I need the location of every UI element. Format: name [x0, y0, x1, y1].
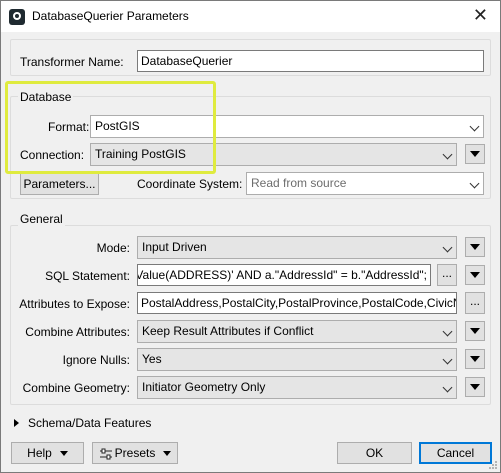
- sliders-icon: [99, 448, 112, 460]
- mode-select[interactable]: Input Driven: [137, 236, 457, 259]
- presets-button[interactable]: Presets: [92, 442, 178, 464]
- chevron-down-icon: [442, 242, 453, 253]
- chevron-down-icon: [469, 178, 480, 189]
- ignore-nulls-label: Ignore Nulls:: [62, 353, 130, 367]
- format-value: PostGIS: [95, 119, 140, 133]
- schema-data-features-expander[interactable]: Schema/Data Features: [11, 415, 171, 431]
- sql-statement-input[interactable]: @Value(ADDRESS)' AND a."AddressId" = b."…: [137, 264, 431, 286]
- presets-button-label: Presets: [114, 446, 156, 460]
- database-group-title: Database: [18, 90, 74, 104]
- coordinate-system-placeholder: Read from source: [251, 176, 347, 190]
- sql-editor-button[interactable]: ...: [437, 264, 457, 286]
- connection-label: Connection:: [20, 148, 85, 162]
- ignore-nulls-select[interactable]: Yes: [137, 348, 457, 371]
- chevron-down-icon: [442, 382, 453, 393]
- mode-value: Input Driven: [142, 240, 207, 254]
- sql-menu-button[interactable]: [465, 265, 485, 285]
- format-label: Format:: [48, 120, 90, 134]
- ignore-nulls-value: Yes: [142, 352, 162, 366]
- window-title: DatabaseQuerier Parameters: [32, 9, 189, 23]
- sql-statement-label: SQL Statement:: [45, 269, 130, 283]
- mode-menu-button[interactable]: [465, 237, 485, 257]
- format-select[interactable]: PostGIS: [90, 115, 484, 138]
- close-icon[interactable]: ✕: [473, 5, 488, 25]
- app-icon: [9, 9, 25, 25]
- combine-geometry-menu-button[interactable]: [465, 377, 485, 397]
- help-button-label: Help: [27, 446, 52, 460]
- transformer-name-label: Transformer Name:: [20, 55, 124, 69]
- attributes-editor-button[interactable]: ...: [465, 292, 485, 314]
- sql-statement-value: @Value(ADDRESS)' AND a."AddressId" = b."…: [137, 268, 427, 282]
- expand-arrow-icon: [14, 419, 19, 427]
- combine-attributes-select[interactable]: Keep Result Attributes if Conflict: [137, 320, 457, 343]
- help-button[interactable]: Help: [11, 442, 84, 464]
- chevron-down-icon: [59, 451, 68, 457]
- chevron-down-icon: [442, 326, 453, 337]
- chevron-down-icon: [442, 354, 453, 365]
- ok-button[interactable]: OK: [337, 442, 412, 464]
- combine-attributes-label: Combine Attributes:: [25, 325, 130, 339]
- connection-value: Training PostGIS: [95, 147, 186, 161]
- combine-geometry-value: Initiator Geometry Only: [142, 380, 266, 394]
- connection-menu-button[interactable]: [465, 144, 485, 164]
- chevron-down-icon: [469, 121, 480, 132]
- dialog-window: DatabaseQuerier Parameters ✕ Transformer…: [0, 0, 501, 473]
- chevron-down-icon: [163, 451, 172, 457]
- resize-grip-icon[interactable]: [488, 460, 498, 470]
- attributes-to-expose-label: Attributes to Expose:: [19, 297, 130, 311]
- combine-geometry-label: Combine Geometry:: [22, 381, 130, 395]
- ignore-nulls-menu-button[interactable]: [465, 349, 485, 369]
- general-group-title: General: [18, 212, 65, 226]
- title-bar: DatabaseQuerier Parameters ✕: [1, 1, 500, 32]
- parameters-button[interactable]: Parameters...: [20, 173, 99, 195]
- coordinate-system-select[interactable]: Read from source: [246, 172, 484, 195]
- attributes-to-expose-input[interactable]: PostalAddress,PostalCity,PostalProvince,…: [137, 292, 457, 314]
- coordinate-system-label: Coordinate System:: [137, 177, 243, 191]
- transformer-name-input[interactable]: DatabaseQuerier: [137, 50, 484, 72]
- combine-attributes-value: Keep Result Attributes if Conflict: [142, 324, 314, 338]
- chevron-down-icon: [442, 149, 453, 160]
- schema-data-features-label: Schema/Data Features: [28, 416, 152, 430]
- combine-geometry-select[interactable]: Initiator Geometry Only: [137, 376, 457, 399]
- cancel-button[interactable]: Cancel: [419, 442, 492, 464]
- mode-label: Mode:: [96, 241, 130, 255]
- connection-select[interactable]: Training PostGIS: [90, 143, 457, 166]
- combine-attributes-menu-button[interactable]: [465, 321, 485, 341]
